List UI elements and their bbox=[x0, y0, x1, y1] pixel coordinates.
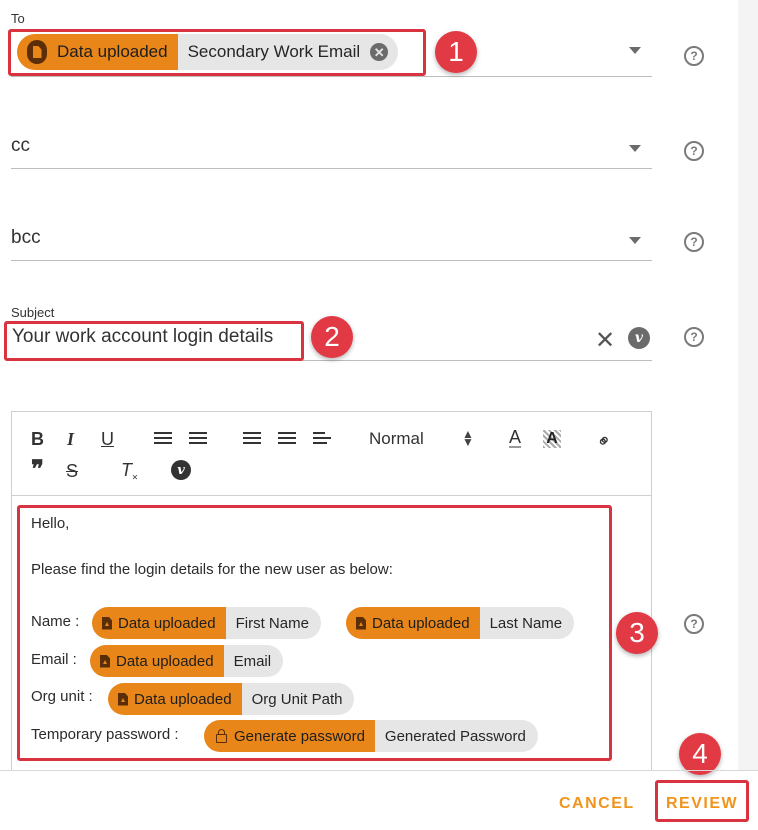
cc-help-icon[interactable]: ? bbox=[684, 141, 704, 161]
to-underline bbox=[11, 76, 652, 77]
format-select[interactable]: Normal bbox=[369, 429, 424, 449]
cc-underline bbox=[11, 168, 652, 169]
clear-format-label: T bbox=[121, 460, 132, 480]
callout-badge-3: 3 bbox=[616, 612, 658, 654]
clear-format-button[interactable]: T× bbox=[121, 460, 138, 484]
subject-label: Subject bbox=[11, 305, 55, 320]
clear-subject-icon[interactable]: ✕ bbox=[595, 326, 615, 355]
highlight-box-subject bbox=[4, 321, 304, 361]
callout-badge-2: 2 bbox=[311, 316, 353, 358]
indent-icon[interactable] bbox=[278, 429, 296, 447]
review-button[interactable]: REVIEW bbox=[666, 795, 738, 813]
to-label: To bbox=[11, 11, 25, 26]
callout-badge-4: 4 bbox=[679, 733, 721, 775]
cancel-button[interactable]: CANCEL bbox=[559, 795, 635, 813]
bcc-dropdown-icon[interactable] bbox=[629, 237, 641, 244]
bold-button[interactable]: B bbox=[31, 429, 44, 450]
cc-dropdown-icon[interactable] bbox=[629, 145, 641, 152]
align-icon[interactable] bbox=[313, 429, 331, 447]
to-dropdown-icon[interactable] bbox=[629, 47, 641, 54]
underline-button[interactable]: U bbox=[101, 429, 114, 450]
variable-insert-icon[interactable]: v bbox=[171, 460, 191, 480]
font-color-button[interactable]: A bbox=[509, 428, 522, 448]
select-arrows-icon[interactable]: ▲ ▼ bbox=[462, 428, 474, 448]
insert-variable-icon[interactable]: v bbox=[628, 327, 650, 349]
bcc-input[interactable]: bcc bbox=[11, 227, 41, 249]
bullet-list-icon[interactable] bbox=[189, 429, 207, 447]
blockquote-button[interactable]: ❞ bbox=[31, 458, 44, 482]
scrollbar[interactable] bbox=[738, 0, 758, 770]
strike-button[interactable]: S bbox=[66, 461, 78, 482]
subject-help-icon[interactable]: ? bbox=[684, 327, 704, 347]
highlight-box-to bbox=[8, 29, 426, 76]
ordered-list-icon[interactable] bbox=[154, 429, 172, 447]
footer-divider bbox=[0, 770, 758, 771]
cc-input[interactable]: cc bbox=[11, 135, 30, 157]
callout-badge-1: 1 bbox=[435, 31, 477, 73]
bcc-underline bbox=[11, 260, 652, 261]
body-help-icon[interactable]: ? bbox=[684, 614, 704, 634]
toolbar-divider bbox=[11, 495, 652, 496]
italic-button[interactable]: I bbox=[67, 429, 74, 450]
outdent-icon[interactable] bbox=[243, 429, 261, 447]
to-help-icon[interactable]: ? bbox=[684, 46, 704, 66]
bcc-help-icon[interactable]: ? bbox=[684, 232, 704, 252]
highlight-color-icon[interactable]: A bbox=[543, 430, 561, 448]
highlight-box-body bbox=[17, 505, 612, 761]
